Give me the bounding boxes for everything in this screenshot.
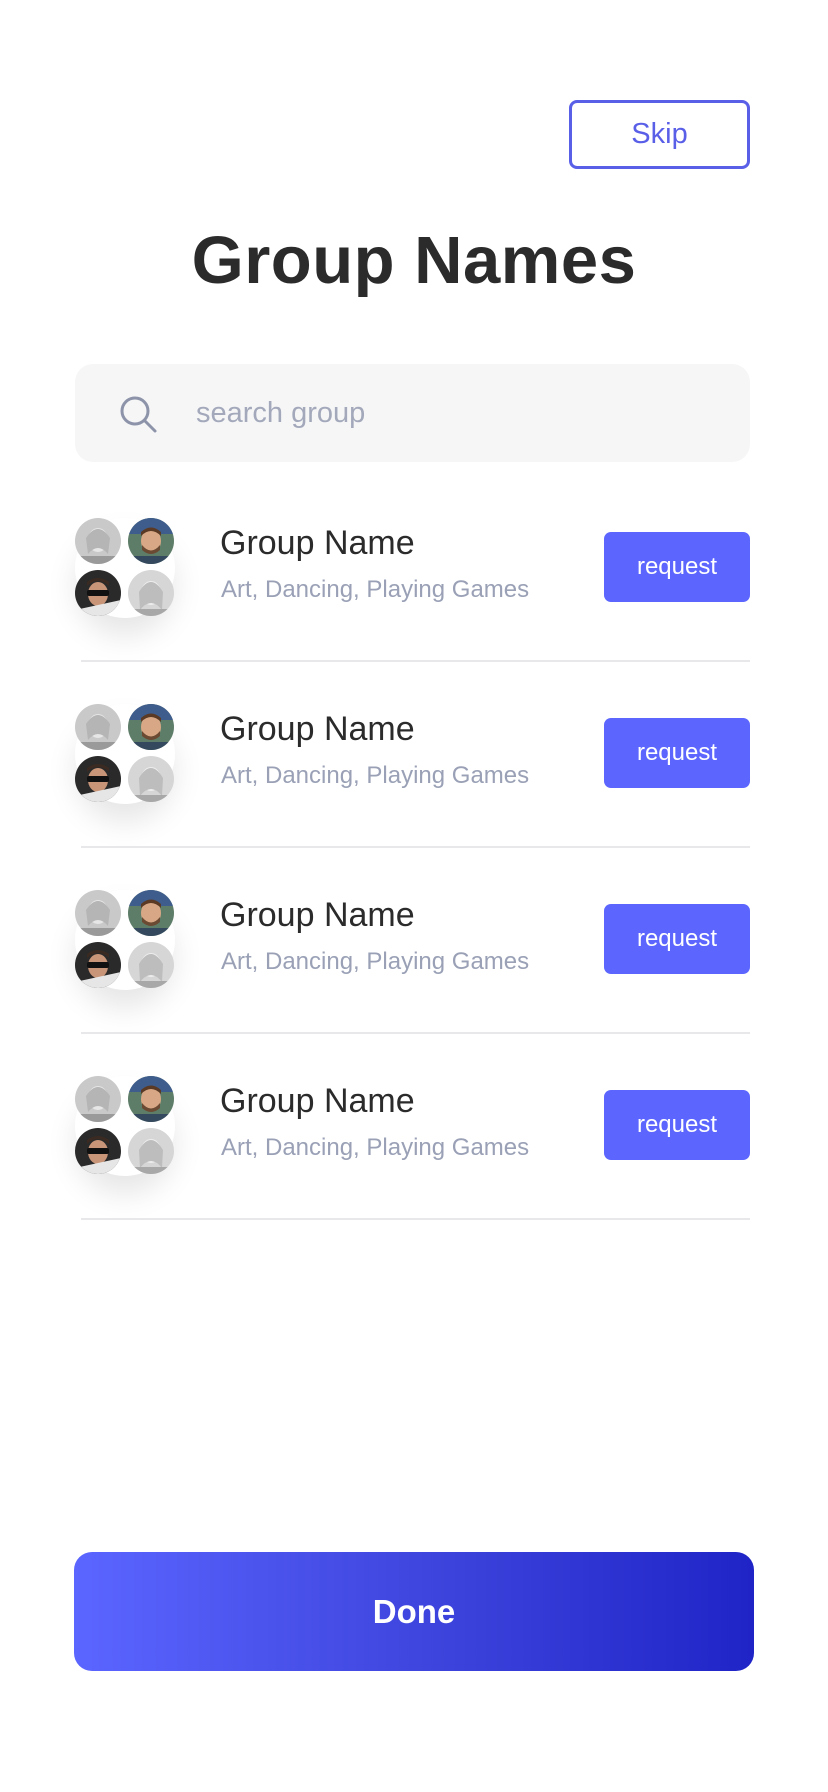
group-row: Group Name Art, Dancing, Playing Games r… [0, 510, 828, 696]
avatar [128, 1128, 174, 1174]
avatar [75, 570, 121, 616]
avatar [128, 1076, 174, 1122]
avatar [75, 1128, 121, 1174]
group-avatar-cluster [75, 704, 175, 804]
group-row: Group Name Art, Dancing, Playing Games r… [0, 1068, 828, 1254]
group-name: Group Name [220, 896, 415, 934]
request-button[interactable]: request [604, 532, 750, 602]
row-divider [81, 846, 750, 848]
row-divider [81, 660, 750, 662]
avatar [128, 518, 174, 564]
request-button[interactable]: request [604, 718, 750, 788]
avatar [75, 1076, 121, 1122]
avatar [128, 756, 174, 802]
page-title: Group Names [191, 223, 637, 298]
row-divider [81, 1218, 750, 1220]
group-name: Group Name [220, 1082, 415, 1120]
request-button[interactable]: request [604, 1090, 750, 1160]
search-bar[interactable] [75, 364, 750, 462]
group-tags: Art, Dancing, Playing Games [221, 1134, 530, 1161]
search-icon [120, 396, 157, 433]
done-button[interactable]: Done [74, 1552, 754, 1671]
avatar [75, 890, 121, 936]
request-button[interactable]: request [604, 904, 750, 974]
group-row: Group Name Art, Dancing, Playing Games r… [0, 696, 828, 882]
group-tags: Art, Dancing, Playing Games [221, 948, 530, 975]
group-tags: Art, Dancing, Playing Games [221, 576, 530, 603]
row-divider [81, 1032, 750, 1034]
avatar [128, 942, 174, 988]
avatar [128, 704, 174, 750]
avatar [128, 890, 174, 936]
avatar [128, 570, 174, 616]
group-name: Group Name [220, 710, 415, 748]
group-list: Group Name Art, Dancing, Playing Games r… [0, 510, 828, 1254]
search-input[interactable] [196, 364, 716, 462]
avatar [75, 756, 121, 802]
avatar [75, 704, 121, 750]
skip-button[interactable]: Skip [569, 100, 750, 169]
avatar [75, 518, 121, 564]
group-avatar-cluster [75, 890, 175, 990]
avatar [75, 942, 121, 988]
group-tags: Art, Dancing, Playing Games [221, 762, 530, 789]
group-avatar-cluster [75, 518, 175, 618]
group-row: Group Name Art, Dancing, Playing Games r… [0, 882, 828, 1068]
group-avatar-cluster [75, 1076, 175, 1176]
group-name: Group Name [220, 524, 415, 562]
